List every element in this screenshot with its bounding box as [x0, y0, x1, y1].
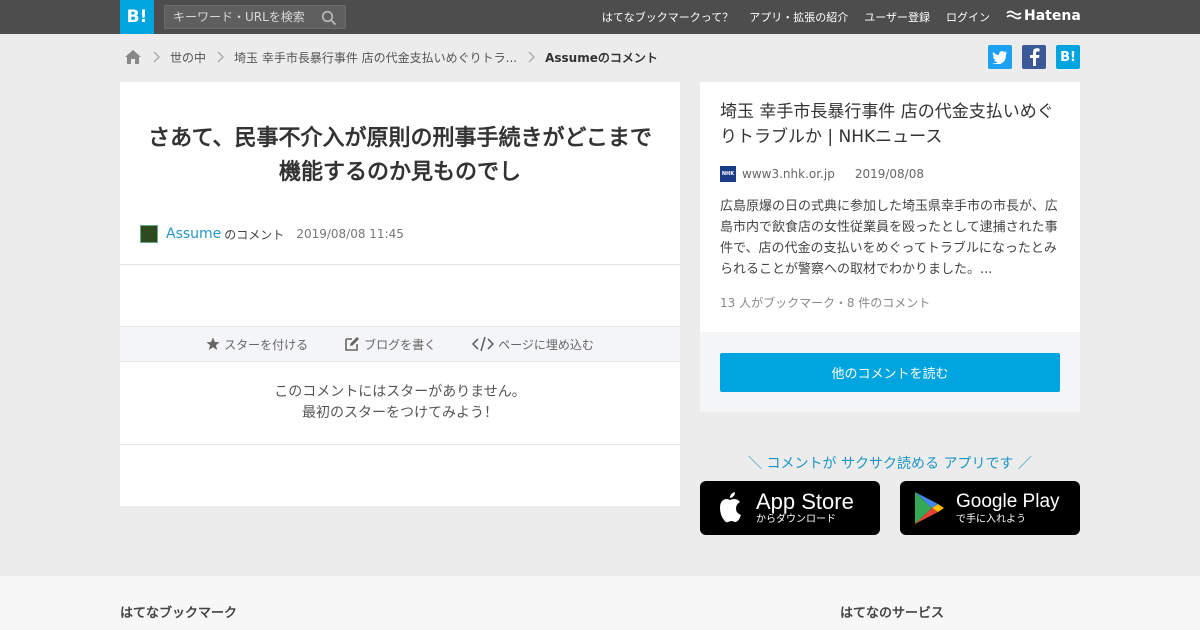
- twitter-icon: [992, 51, 1007, 64]
- embed-button[interactable]: ページに埋め込む: [472, 336, 594, 353]
- hatena-logo-icon: [1006, 10, 1022, 20]
- nav-register[interactable]: ユーザー登録: [864, 9, 930, 25]
- breadcrumb-current: Assumeのコメント: [545, 50, 658, 65]
- write-blog-label: ブログを書く: [364, 337, 437, 352]
- breadcrumb-article[interactable]: 埼玉 幸手市長暴行事件 店の代金支払いめぐりトラ...: [234, 49, 517, 66]
- search-input[interactable]: [173, 9, 313, 25]
- hatebu-share-button[interactable]: B!: [1056, 45, 1080, 69]
- google-play-text: Google Play で手に入れよう: [956, 490, 1060, 526]
- comment-date: 2019/08/08 11:45: [296, 227, 404, 241]
- chevron-right-icon: [528, 51, 536, 63]
- google-play-badge[interactable]: Google Play で手に入れよう: [900, 481, 1080, 535]
- nav-about[interactable]: はてなブックマークって？: [602, 9, 733, 25]
- add-star-label: スターを付ける: [224, 337, 309, 352]
- chevron-right-icon: [153, 51, 160, 63]
- twitter-share-button[interactable]: [988, 45, 1012, 69]
- article-domain[interactable]: www3.nhk.or.jp: [742, 167, 835, 181]
- footer-heading-bookmark: はてなブックマーク: [120, 606, 238, 621]
- comment-card: さあて、民事不介入が原則の刑事手続きがどこまで機能するのか見ものでし Assum…: [120, 82, 680, 506]
- share-buttons: B!: [988, 45, 1080, 69]
- footer: はてなブックマーク はてなのサービス: [0, 576, 1200, 630]
- article-source: NHK www3.nhk.or.jp 2019/08/08: [720, 166, 924, 182]
- comment-text: さあて、民事不介入が原則の刑事手続きがどこまで機能するのか見ものでし: [148, 126, 652, 185]
- hatebu-logo[interactable]: B!: [120, 0, 154, 34]
- add-star-button[interactable]: スターを付ける: [206, 336, 308, 353]
- app-store-sublabel: からダウンロード: [756, 514, 836, 525]
- hatena-brand-label: Hatena: [1024, 8, 1081, 24]
- breadcrumb: 世の中 埼玉 幸手市長暴行事件 店の代金支払いめぐりトラ... Assumeのコ…: [124, 46, 658, 68]
- home-icon[interactable]: [124, 49, 142, 65]
- app-promo-text: ＼ コメントが サクサク読める アプリです ／: [748, 456, 1032, 472]
- avatar[interactable]: [140, 225, 158, 243]
- article-title[interactable]: 埼玉 幸手市長暴行事件 店の代金支払いめぐりトラブルか | NHKニュース: [720, 100, 1062, 150]
- no-star-message: このコメントにはスターがありません。 最初のスターをつけてみよう！: [120, 382, 680, 424]
- nav-apps[interactable]: アプリ・拡張の紹介: [749, 9, 848, 25]
- edit-icon: [345, 337, 360, 351]
- comment-suffix: のコメント: [224, 227, 285, 242]
- top-bar: B! はてなブックマークって？ アプリ・拡張の紹介 ユーザー登録 ログイン Ha…: [0, 0, 1200, 34]
- article-excerpt: 広島原爆の日の式典に参加した埼玉県幸手市の市長が、広島市内で飲食店の女性従業員を…: [720, 199, 1058, 277]
- search-box[interactable]: [164, 5, 346, 29]
- no-star-line-2: 最初のスターをつけてみよう！: [302, 405, 498, 421]
- article-date: 2019/08/08: [854, 167, 924, 181]
- article-card: 埼玉 幸手市長暴行事件 店の代金支払いめぐりトラブルか | NHKニュース NH…: [700, 82, 1080, 412]
- chevron-right-icon: [217, 51, 225, 63]
- app-store-text: App Store からダウンロード: [756, 490, 854, 526]
- facebook-icon: [1030, 48, 1040, 66]
- divider: [120, 444, 680, 445]
- star-icon: [206, 337, 220, 350]
- google-play-icon: [915, 492, 944, 524]
- comment-actions: スターを付ける ブログを書く ページに埋め込む: [120, 326, 680, 362]
- nhk-favicon-icon: NHK: [720, 166, 736, 182]
- facebook-share-button[interactable]: [1022, 45, 1046, 69]
- apple-icon: [720, 492, 741, 523]
- write-blog-button[interactable]: ブログを書く: [344, 336, 436, 353]
- app-store-label: App Store: [756, 489, 854, 514]
- bookmark-count[interactable]: 13 人がブックマーク・8 件のコメント: [720, 294, 930, 311]
- article-card-footer: 他のコメントを読む: [700, 332, 1080, 412]
- google-play-sublabel: で手に入れよう: [956, 514, 1026, 525]
- read-other-comments-button[interactable]: 他のコメントを読む: [720, 353, 1060, 392]
- code-icon: [472, 336, 495, 352]
- divider: [120, 264, 680, 265]
- username-link[interactable]: Assume: [166, 226, 221, 242]
- breadcrumb-category[interactable]: 世の中: [170, 49, 206, 66]
- nav-login[interactable]: ログイン: [946, 9, 990, 25]
- footer-heading-services: はてなのサービス: [840, 606, 945, 621]
- embed-label: ページに埋め込む: [498, 337, 594, 352]
- app-store-badge[interactable]: App Store からダウンロード: [700, 481, 880, 535]
- no-star-line-1: このコメントにはスターがありません。: [274, 384, 526, 400]
- search-icon[interactable]: [321, 10, 337, 26]
- hatena-brand[interactable]: Hatena: [1006, 8, 1081, 24]
- google-play-label: Google Play: [956, 491, 1060, 512]
- top-nav: はてなブックマークって？ アプリ・拡張の紹介 ユーザー登録 ログイン: [602, 0, 990, 34]
- comment-byline: Assume のコメント 2019/08/08 11:45: [140, 224, 404, 244]
